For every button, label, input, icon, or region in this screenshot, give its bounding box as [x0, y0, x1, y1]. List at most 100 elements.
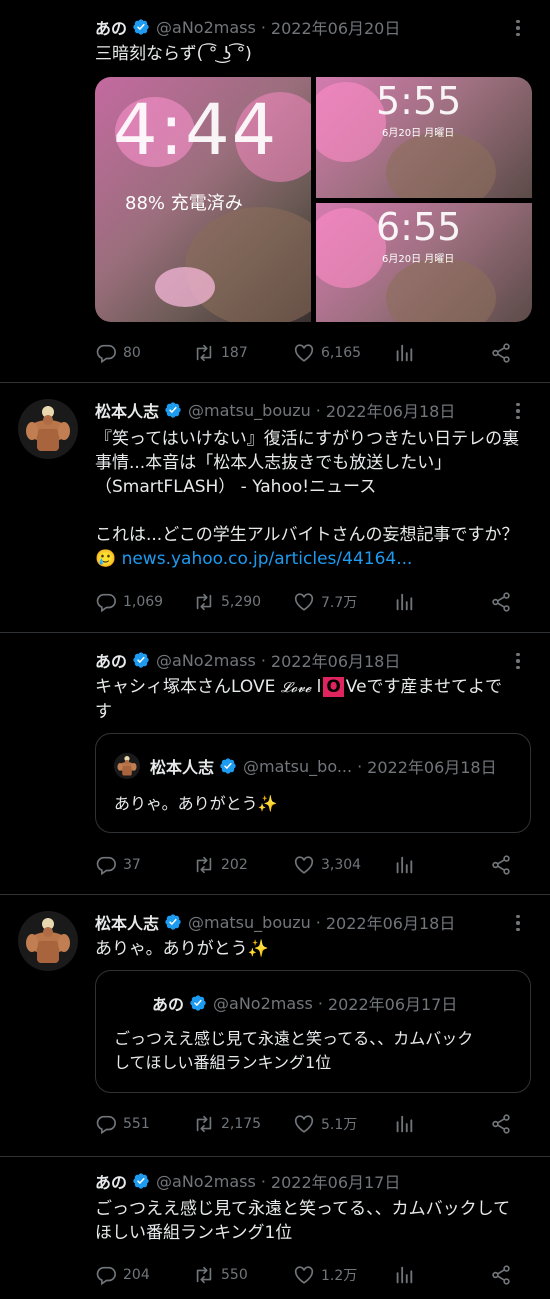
verified-badge-icon [132, 1172, 150, 1190]
tweet-header: あの @aNo2mass · 2022年06月20日 [95, 13, 530, 41]
share-icon [490, 591, 512, 613]
author-name[interactable]: あの [95, 1169, 127, 1193]
quote-text: ごっつええ感じ見て永遠と笑ってる、、カムバック してほしい番組ランキング1位 [114, 1027, 516, 1075]
photo-lockscreen-2[interactable]: 5:55 6月20日 月曜日 [316, 77, 532, 198]
tweet-header: あの @aNo2mass · 2022年06月17日 [95, 1167, 530, 1195]
reply-button[interactable]: 551 [95, 1110, 150, 1138]
lockscreen-date: 6月20日 月曜日 [382, 254, 455, 265]
lockscreen-time: 6:55 [376, 205, 462, 249]
reply-count: 1,069 [123, 594, 164, 610]
more-icon[interactable] [508, 18, 528, 38]
author-name[interactable]: あの [95, 648, 127, 672]
retweet-button[interactable]: 5,290 [193, 588, 261, 616]
reply-icon [95, 1113, 117, 1135]
quote-text: ありゃ。ありがとう✨ [114, 794, 278, 813]
author-handle[interactable]: @aNo2mass [156, 651, 256, 670]
author-handle[interactable]: @matsu_bouzu [188, 401, 311, 420]
separator-dot: · [260, 1171, 266, 1191]
stats-icon [393, 1264, 415, 1286]
stats-button[interactable] [393, 1110, 421, 1138]
reply-count: 551 [123, 1116, 150, 1132]
separator-dot: · [315, 912, 321, 932]
more-icon[interactable] [508, 651, 528, 671]
retweet-button[interactable]: 202 [193, 851, 248, 879]
verified-badge-icon [164, 913, 182, 931]
tweet[interactable]: あの @aNo2mass · 2022年06月20日 三暗刻ならず( ͡° ͜ʖ… [0, 0, 550, 383]
quote-tweet[interactable]: あの @aNo2mass · 2022年06月17日 ごっつええ感じ見て永遠と笑… [95, 970, 531, 1093]
more-icon[interactable] [508, 401, 528, 421]
charging-status: 88% 充電済み [125, 193, 243, 214]
tweet-date[interactable]: 2022年06月18日 [271, 648, 400, 672]
media-grid[interactable]: 4:44 88% 充電済み 5:55 6月20日 月曜日 6:55 6月20日 … [95, 77, 532, 322]
quote-date: 2022年06月18日 [367, 758, 497, 777]
retweet-icon [193, 342, 215, 364]
quote-tweet[interactable]: 松本人志 @matsu_bo... · 2022年06月18日 ありゃ。ありがと… [95, 733, 531, 833]
tweet-text-line: ごっつええ感じ見て永遠と笑ってる、、カムバックして [95, 1199, 511, 1219]
author-name[interactable]: 松本人志 [95, 398, 159, 422]
author-handle[interactable]: @matsu_bouzu [188, 913, 311, 932]
quote-author-name: 松本人志 [150, 758, 215, 777]
reply-icon [95, 591, 117, 613]
stats-button[interactable] [393, 1261, 421, 1289]
tweet-text-line: これは...どこの学生アルバイトさんの妄想記事ですか？ [95, 525, 519, 545]
share-button[interactable] [490, 588, 518, 616]
tweet-date[interactable]: 2022年06月20日 [271, 15, 400, 39]
retweet-icon [193, 1264, 215, 1286]
photo-lockscreen-1[interactable]: 4:44 88% 充電済み [95, 77, 311, 322]
author-name[interactable]: あの [95, 15, 127, 39]
retweet-button[interactable]: 2,175 [193, 1110, 261, 1138]
share-icon [490, 342, 512, 364]
stats-button[interactable] [393, 588, 421, 616]
heart-icon [293, 1113, 315, 1135]
avatar[interactable] [18, 911, 78, 971]
tweet-text-part: 𝓛𝓸𝓿𝓮 [280, 680, 312, 696]
reply-button[interactable]: 37 [95, 851, 141, 879]
like-button[interactable]: 7.7万 [293, 588, 357, 616]
reply-button[interactable]: 204 [95, 1261, 150, 1289]
like-button[interactable]: 1.2万 [293, 1261, 357, 1289]
verified-badge-icon [132, 651, 150, 669]
like-button[interactable]: 3,304 [293, 851, 361, 879]
tweet[interactable]: あの @aNo2mass · 2022年06月17日 ごっつええ感じ見て永遠と笑… [0, 1157, 550, 1299]
reply-count: 80 [123, 345, 141, 361]
article-link[interactable]: news.yahoo.co.jp/articles/44164... [122, 549, 413, 569]
quote-header: 松本人志 @matsu_bo... · 2022年06月18日 [114, 752, 520, 780]
avatar[interactable] [18, 399, 78, 459]
tweet-text-line: （SmartFLASH） - Yahoo!ニュース [95, 477, 377, 497]
tweet-date[interactable]: 2022年06月17日 [271, 1169, 400, 1193]
stats-button[interactable] [393, 339, 421, 367]
tweet-date[interactable]: 2022年06月18日 [326, 910, 455, 934]
share-button[interactable] [490, 1110, 518, 1138]
share-button[interactable] [490, 1261, 518, 1289]
retweet-count: 202 [221, 857, 248, 873]
tweet-header: 松本人志 @matsu_bouzu · 2022年06月18日 [95, 908, 530, 936]
reply-count: 37 [123, 857, 141, 873]
photo-lockscreen-3[interactable]: 6:55 6月20日 月曜日 [316, 203, 532, 322]
retweet-button[interactable]: 550 [193, 1261, 248, 1289]
author-name[interactable]: 松本人志 [95, 910, 159, 934]
retweet-button[interactable]: 187 [193, 339, 248, 367]
tweet-date[interactable]: 2022年06月18日 [326, 398, 455, 422]
reply-button[interactable]: 1,069 [95, 588, 163, 616]
separator-dot: · [357, 756, 363, 776]
reply-button[interactable]: 80 [95, 339, 141, 367]
heart-icon [293, 854, 315, 876]
share-button[interactable] [490, 851, 518, 879]
like-button[interactable]: 5.1万 [293, 1110, 357, 1138]
author-handle[interactable]: @aNo2mass [156, 18, 256, 37]
tweet[interactable]: 松本人志 @matsu_bouzu · 2022年06月18日 ありゃ。ありがと… [0, 895, 550, 1157]
more-icon[interactable] [508, 913, 528, 933]
like-count: 7.7万 [321, 595, 358, 611]
stats-button[interactable] [393, 851, 421, 879]
tweet-text-part: Veです産ませてよで [345, 677, 503, 697]
tweet[interactable]: 松本人志 @matsu_bouzu · 2022年06月18日 『笑ってはいけな… [0, 383, 550, 633]
quote-text-line: してほしい番組ランキング1位 [114, 1053, 332, 1072]
tweet-text: ごっつええ感じ見て永遠と笑ってる、、カムバックして ほしい番組ランキング1位 [95, 1197, 532, 1245]
author-handle[interactable]: @aNo2mass [156, 1172, 256, 1191]
like-button[interactable]: 6,165 [293, 339, 361, 367]
o-emoji: O [323, 677, 344, 697]
separator-dot: · [260, 17, 266, 37]
share-button[interactable] [490, 339, 518, 367]
tweet[interactable]: あの @aNo2mass · 2022年06月18日 キャシィ塚本さんLOVE … [0, 633, 550, 895]
heart-icon [293, 591, 315, 613]
